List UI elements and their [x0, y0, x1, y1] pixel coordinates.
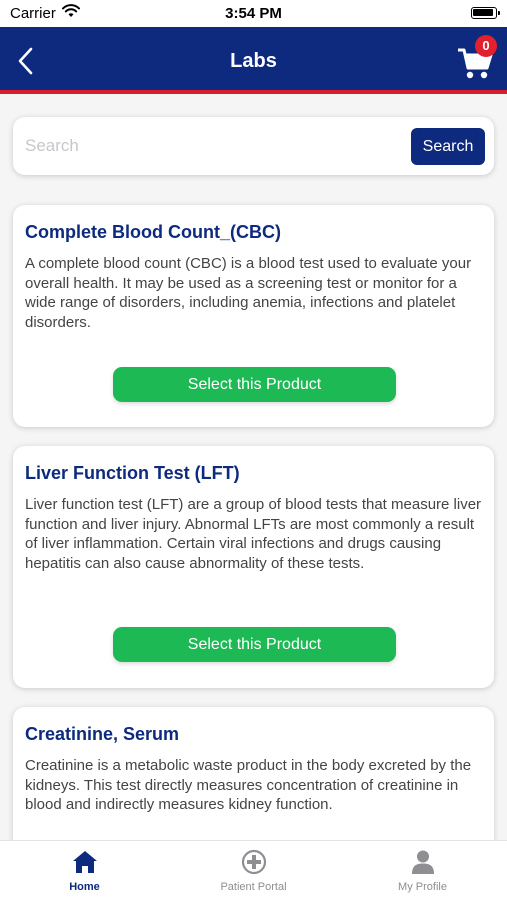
person-icon	[412, 850, 434, 874]
plus-circle-icon	[241, 849, 267, 875]
product-title: Liver Function Test (LFT)	[25, 463, 240, 483]
search-box: Search	[13, 117, 494, 175]
product-description: Creatinine is a metabolic waste product …	[25, 757, 472, 813]
page-title: Labs	[230, 50, 277, 72]
product-title: Complete Blood Count_(CBC)	[25, 222, 281, 242]
battery-icon	[471, 7, 500, 19]
status-bar: Carrier 3:54 PM	[0, 0, 507, 27]
product-card-cbc: Complete Blood Count_(CBC) A complete bl…	[13, 205, 494, 427]
tab-my-profile[interactable]: My Profile	[338, 841, 507, 900]
cart-count-badge: 0	[475, 35, 497, 57]
status-time: 3:54 PM	[225, 5, 282, 22]
search-button[interactable]: Search	[411, 128, 485, 165]
search-input[interactable]	[25, 129, 405, 163]
tab-bar: Home Patient Portal My Profile	[0, 840, 507, 900]
tab-patient-portal[interactable]: Patient Portal	[169, 841, 338, 900]
select-product-button[interactable]: Select this Product	[113, 627, 396, 662]
product-description: Liver function test (LFT) are a group of…	[25, 496, 482, 572]
tab-label: Patient Portal	[220, 881, 287, 893]
tab-label: Home	[69, 881, 100, 893]
tab-label: My Profile	[398, 881, 447, 893]
product-card-lft: Liver Function Test (LFT) Liver function…	[13, 446, 494, 688]
select-product-button[interactable]: Select this Product	[113, 367, 396, 402]
tab-home[interactable]: Home	[0, 841, 169, 900]
product-description: A complete blood count (CBC) is a blood …	[25, 255, 472, 331]
nav-bar: Labs 0	[0, 27, 507, 94]
home-icon	[73, 851, 97, 873]
product-title: Creatinine, Serum	[25, 724, 180, 744]
